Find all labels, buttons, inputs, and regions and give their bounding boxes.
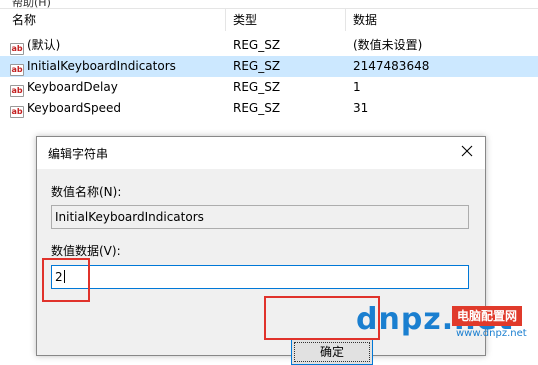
column-header-name[interactable]: 名称 (0, 9, 226, 31)
list-item-selected[interactable]: ab InitialKeyboardIndicators REG_SZ 21474… (0, 56, 538, 77)
string-value-icon: ab (10, 85, 24, 97)
list-item[interactable]: ab KeyboardSpeed REG_SZ 31 (0, 98, 538, 119)
watermark-url: www.dnpz.net (456, 328, 527, 339)
value-name-label: 数值名称(N): (51, 185, 122, 199)
column-header-type[interactable]: 类型 (226, 9, 346, 31)
dialog-title: 编辑字符串 (48, 147, 109, 161)
list-item[interactable]: ab (默认) REG_SZ (数值未设置) (0, 35, 538, 56)
value-name-field: InitialKeyboardIndicators (51, 205, 469, 229)
menu-item-help[interactable]: 帮助(H) (12, 0, 51, 8)
string-value-icon: ab (10, 43, 24, 55)
row-name: InitialKeyboardIndicators (27, 59, 176, 73)
row-type: REG_SZ (233, 38, 281, 52)
menu-bar: 帮助(H) (0, 0, 538, 8)
row-type: REG_SZ (233, 101, 281, 115)
row-name: (默认) (27, 38, 61, 52)
list-header: 名称 类型 数据 (0, 9, 538, 31)
watermark-badge: 电脑配置网 (452, 306, 523, 326)
value-data-input[interactable]: 2 (51, 265, 469, 289)
row-type: REG_SZ (233, 59, 281, 73)
row-type: REG_SZ (233, 80, 281, 94)
value-data-label: 数值数据(V): (51, 244, 121, 258)
watermark: dnpz.net 电脑配置网 www.dnpz.net (356, 300, 538, 354)
row-name: KeyboardDelay (27, 80, 118, 94)
row-data: 1 (353, 80, 361, 94)
row-data: 31 (353, 101, 369, 115)
close-icon[interactable] (457, 141, 477, 161)
row-name: KeyboardSpeed (27, 101, 122, 115)
highlight-box-value (42, 258, 90, 302)
row-data: 2147483648 (353, 59, 430, 73)
string-value-icon: ab (10, 106, 24, 118)
row-data: (数值未设置) (353, 38, 423, 52)
list-item[interactable]: ab KeyboardDelay REG_SZ 1 (0, 77, 538, 98)
string-value-icon: ab (10, 64, 24, 76)
column-header-data[interactable]: 数据 (346, 9, 538, 31)
